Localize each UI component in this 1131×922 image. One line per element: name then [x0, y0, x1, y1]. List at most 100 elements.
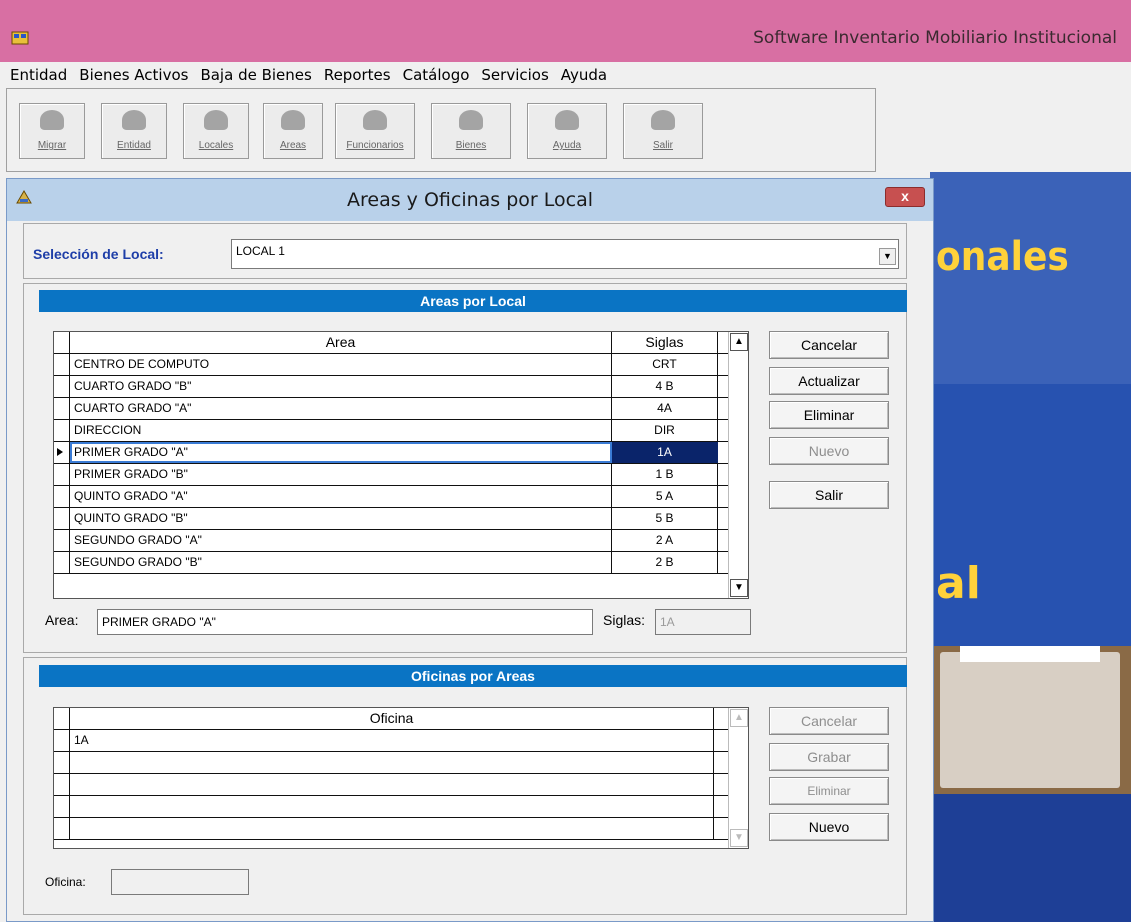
- siglas-cell[interactable]: 4 B: [612, 376, 718, 397]
- areas-scrollbar[interactable]: ▲ ▼: [728, 332, 748, 598]
- row-indicator[interactable]: [54, 464, 70, 485]
- toolbar-salir-button[interactable]: Salir: [623, 103, 703, 159]
- row-indicator[interactable]: [54, 486, 70, 507]
- table-row[interactable]: [54, 774, 730, 796]
- oficina-cell[interactable]: [70, 796, 714, 817]
- areas-actualizar-button[interactable]: Actualizar: [769, 367, 889, 395]
- siglas-cell[interactable]: CRT: [612, 354, 718, 375]
- menu-catalogo[interactable]: Catálogo: [399, 66, 478, 84]
- oficinas-nuevo-button[interactable]: Nuevo: [769, 813, 889, 841]
- oficina-cell[interactable]: 1A: [70, 730, 714, 751]
- toolbar-funcionarios-button[interactable]: Funcionarios: [335, 103, 415, 159]
- oficina-input[interactable]: [111, 869, 249, 895]
- area-cell[interactable]: QUINTO GRADO "B": [70, 508, 612, 529]
- menu-entidad[interactable]: Entidad: [6, 66, 75, 84]
- row-indicator[interactable]: [54, 552, 70, 573]
- column-header-oficina[interactable]: Oficina: [70, 708, 714, 729]
- local-select[interactable]: LOCAL 1 ▼: [231, 239, 899, 269]
- oficina-cell[interactable]: [70, 752, 714, 773]
- areas-cancelar-button[interactable]: Cancelar: [769, 331, 889, 359]
- area-field-label: Area:: [45, 612, 79, 628]
- table-row[interactable]: CENTRO DE COMPUTO CRT: [54, 354, 730, 376]
- toolbar-entidad-button[interactable]: Entidad: [101, 103, 167, 159]
- oficina-cell[interactable]: [70, 818, 714, 839]
- area-cell[interactable]: CENTRO DE COMPUTO: [70, 354, 612, 375]
- oficinas-grabar-button[interactable]: Grabar: [769, 743, 889, 771]
- scroll-up-icon[interactable]: ▲: [730, 709, 748, 727]
- table-row[interactable]: [54, 818, 730, 840]
- areas-nuevo-button[interactable]: Nuevo: [769, 437, 889, 465]
- areas-grid[interactable]: Area Siglas CENTRO DE COMPUTO CRT CUARTO G…: [53, 331, 749, 599]
- table-row[interactable]: 1A: [54, 730, 730, 752]
- toolbar-locales-button[interactable]: Locales: [183, 103, 249, 159]
- table-row[interactable]: SEGUNDO GRADO "B" 2 B: [54, 552, 730, 574]
- oficinas-cancelar-button[interactable]: Cancelar: [769, 707, 889, 735]
- oficina-cell[interactable]: [70, 774, 714, 795]
- area-cell[interactable]: DIRECCION: [70, 420, 612, 441]
- table-row[interactable]: SEGUNDO GRADO "A" 2 A: [54, 530, 730, 552]
- siglas-cell[interactable]: 5 A: [612, 486, 718, 507]
- siglas-input[interactable]: 1A: [655, 609, 751, 635]
- scroll-down-icon[interactable]: ▼: [730, 829, 748, 847]
- row-indicator[interactable]: [54, 376, 70, 397]
- menu-ayuda[interactable]: Ayuda: [557, 66, 615, 84]
- table-row[interactable]: DIRECCION DIR: [54, 420, 730, 442]
- row-indicator[interactable]: [54, 774, 70, 795]
- row-indicator[interactable]: [54, 398, 70, 419]
- column-header-area[interactable]: Area: [70, 332, 612, 353]
- toolbar-ayuda-button[interactable]: Ayuda: [527, 103, 607, 159]
- menu-reportes[interactable]: Reportes: [320, 66, 399, 84]
- table-row[interactable]: QUINTO GRADO "A" 5 A: [54, 486, 730, 508]
- siglas-cell[interactable]: DIR: [612, 420, 718, 441]
- row-indicator[interactable]: [54, 420, 70, 441]
- row-indicator[interactable]: [54, 530, 70, 551]
- menu-bienes-activos[interactable]: Bienes Activos: [75, 66, 196, 84]
- row-indicator[interactable]: [54, 354, 70, 375]
- row-indicator[interactable]: [54, 442, 70, 463]
- toolbar-bienes-button[interactable]: Bienes: [431, 103, 511, 159]
- siglas-cell[interactable]: 2 A: [612, 530, 718, 551]
- area-cell[interactable]: SEGUNDO GRADO "A": [70, 530, 612, 551]
- oficinas-scrollbar[interactable]: ▲ ▼: [728, 708, 748, 848]
- row-indicator[interactable]: [54, 730, 70, 751]
- toolbar-migrar-button[interactable]: Migrar: [19, 103, 85, 159]
- table-row[interactable]: [54, 796, 730, 818]
- table-row[interactable]: PRIMER GRADO "A" 1A: [54, 442, 730, 464]
- table-row[interactable]: PRIMER GRADO "B" 1 B: [54, 464, 730, 486]
- row-indicator[interactable]: [54, 508, 70, 529]
- row-indicator[interactable]: [54, 752, 70, 773]
- scroll-down-icon[interactable]: ▼: [730, 579, 748, 597]
- table-row[interactable]: [54, 752, 730, 774]
- area-cell[interactable]: PRIMER GRADO "A": [70, 442, 612, 463]
- menu-servicios[interactable]: Servicios: [477, 66, 556, 84]
- toolbar-areas-button[interactable]: Areas: [263, 103, 323, 159]
- area-cell[interactable]: PRIMER GRADO "B": [70, 464, 612, 485]
- column-header-siglas[interactable]: Siglas: [612, 332, 718, 353]
- siglas-cell[interactable]: 5 B: [612, 508, 718, 529]
- scroll-up-icon[interactable]: ▲: [730, 333, 748, 351]
- table-row[interactable]: QUINTO GRADO "B" 5 B: [54, 508, 730, 530]
- row-indicator[interactable]: [54, 818, 70, 839]
- siglas-cell[interactable]: 4A: [612, 398, 718, 419]
- areas-grid-header: Area Siglas: [54, 332, 730, 354]
- area-cell[interactable]: QUINTO GRADO "A": [70, 486, 612, 507]
- button-label: Eliminar: [803, 407, 855, 423]
- button-label: Cancelar: [800, 337, 858, 353]
- siglas-cell[interactable]: 1A: [612, 442, 718, 463]
- area-cell[interactable]: CUARTO GRADO "A": [70, 398, 612, 419]
- close-button[interactable]: x: [885, 187, 925, 207]
- siglas-cell[interactable]: 1 B: [612, 464, 718, 485]
- siglas-cell[interactable]: 2 B: [612, 552, 718, 573]
- area-cell[interactable]: SEGUNDO GRADO "B": [70, 552, 612, 573]
- table-row[interactable]: CUARTO GRADO "B" 4 B: [54, 376, 730, 398]
- oficinas-grid[interactable]: Oficina 1A ▲ ▼: [53, 707, 749, 849]
- areas-eliminar-button[interactable]: Eliminar: [769, 401, 889, 429]
- areas-salir-button[interactable]: Salir: [769, 481, 889, 509]
- table-row[interactable]: CUARTO GRADO "A" 4A: [54, 398, 730, 420]
- chevron-down-icon[interactable]: ▼: [879, 248, 896, 265]
- area-cell[interactable]: CUARTO GRADO "B": [70, 376, 612, 397]
- menu-baja-de-bienes[interactable]: Baja de Bienes: [196, 66, 319, 84]
- area-input[interactable]: PRIMER GRADO "A": [97, 609, 593, 635]
- row-indicator[interactable]: [54, 796, 70, 817]
- oficinas-eliminar-button[interactable]: Eliminar: [769, 777, 889, 805]
